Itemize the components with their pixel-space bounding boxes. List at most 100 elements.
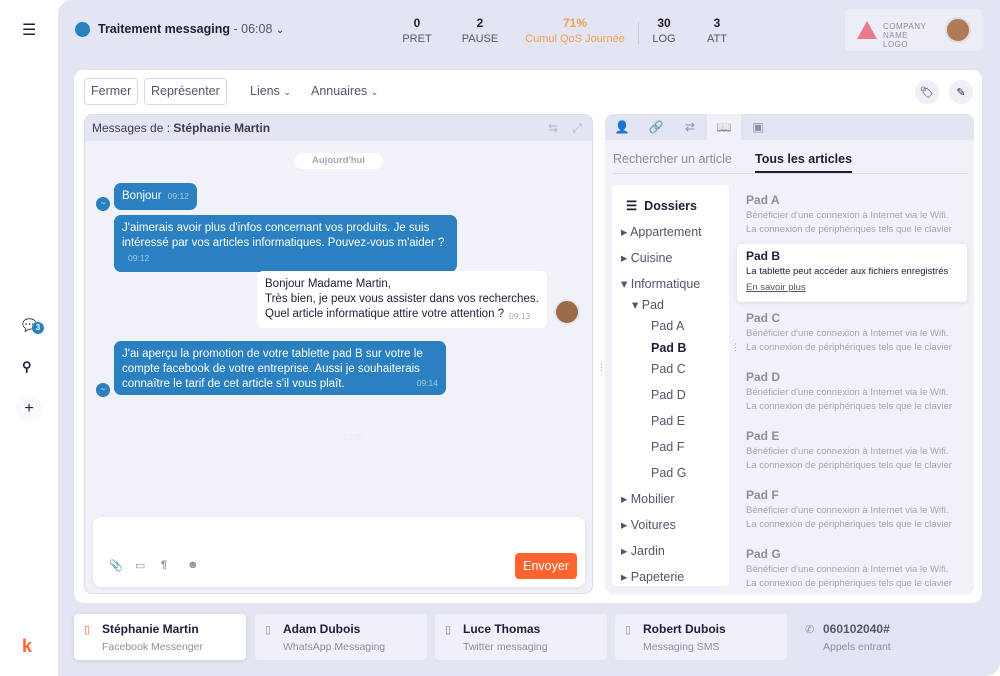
tab-search-article[interactable]: Rechercher un article — [613, 152, 732, 166]
contact-tab[interactable]: 👤 — [605, 114, 639, 140]
article-card[interactable]: Pad D Bénéficier d'une connexion à Intern… — [737, 365, 967, 423]
links-tab[interactable]: 🔗 — [639, 114, 673, 140]
message-incoming: J'ai aperçu la promotion de votre tablet… — [114, 341, 446, 395]
folder-papeterie[interactable]: ▸ Papeterie — [621, 569, 684, 584]
article-card[interactable]: Pad F Bénéficier d'une connexion à Intern… — [737, 483, 967, 541]
emoji-icon[interactable]: ☻ — [187, 559, 199, 571]
attachment-icon[interactable]: 📎 — [109, 559, 123, 572]
folder-pad-g[interactable]: Pad G — [651, 466, 686, 480]
brand-logo: k — [22, 636, 33, 656]
expand-icon[interactable]: ⤢ — [572, 121, 582, 136]
article-card-selected[interactable]: Pad B La tablette peut accéder aux fichie… — [737, 244, 967, 302]
folders-title: Dossiers — [644, 199, 697, 213]
folder-appartement[interactable]: ▸ Appartement — [621, 224, 702, 239]
company-logo-icon — [857, 21, 877, 39]
book-icon: 📖 — [716, 120, 732, 134]
chat-contact-name: Stéphanie Martin — [173, 121, 271, 135]
article-card[interactable]: Pad E Bénéficier d'une connexion à Intern… — [737, 424, 967, 482]
folder-tree: ☰ Dossiers ▸ Appartement ▸ Cuisine ▾ Inf… — [612, 185, 729, 586]
article-card[interactable]: Pad C Bénéficier d'une connexion à Intern… — [737, 306, 967, 364]
article-card[interactable]: Pad G Bénéficier d'une connexion à Intern… — [737, 542, 967, 594]
message-time: 09:13 — [509, 311, 531, 321]
date-separator: Aujourd'hui — [294, 153, 383, 169]
mobile-icon: ▯ — [625, 624, 632, 636]
edit-button[interactable]: ✎ — [949, 80, 973, 104]
status-indicator — [75, 22, 90, 37]
knowledge-tab[interactable]: 📖 — [707, 114, 741, 140]
status-timer: - 06:08 — [233, 22, 273, 36]
chevron-down-icon: ⌄ — [275, 25, 285, 36]
folder-pad[interactable]: ▾ Pad — [632, 297, 664, 312]
stat-att: 3 ATT — [707, 16, 727, 45]
links-dropdown[interactable]: Liens ⌄ — [250, 84, 291, 98]
message-composer[interactable]: 📎 ▭ ¶ ☻ Envoyer — [93, 517, 585, 587]
link-icon: 🔗 — [648, 120, 664, 134]
image-icon[interactable]: ▭ — [135, 559, 145, 572]
knowledge-panel: 👤 🔗 ⇄ 📖 ▣ Rechercher un article Tous les… — [605, 114, 974, 594]
mobile-icon: ▯ — [445, 624, 452, 636]
message-incoming: J'aimerais avoir plus d'infos concernant… — [114, 215, 457, 272]
session-tab[interactable]: ▯ Adam Dubois WhatsApp Messaging — [255, 614, 427, 660]
list-icon: ☰ — [626, 199, 638, 213]
chat-header-prefix: Messages de : — [92, 121, 171, 135]
folder-pad-a[interactable]: Pad A — [651, 319, 684, 333]
folder-pad-c[interactable]: Pad C — [651, 362, 686, 376]
swap-icon[interactable]: ⇆ — [548, 121, 558, 135]
message-outgoing: Bonjour Madame Martin, Très bien, je peu… — [257, 271, 547, 328]
represent-button[interactable]: Représenter — [144, 78, 227, 105]
folder-pad-b[interactable]: Pad B — [651, 341, 686, 355]
messenger-icon: ~ — [96, 383, 110, 397]
mobile-icon: ▯ — [265, 624, 272, 636]
folder-cuisine[interactable]: ▸ Cuisine — [621, 250, 672, 265]
user-icon: 👤 — [614, 120, 630, 134]
pencil-icon: ✎ — [956, 86, 966, 99]
phone-icon: ✆ — [805, 624, 815, 636]
status-selector[interactable]: Traitement messaging - 06:08 ⌄ — [98, 22, 284, 36]
company-box: COMPANY NAME LOGO — [845, 9, 982, 51]
directories-dropdown[interactable]: Annuaires ⌄ — [311, 84, 378, 98]
user-avatar[interactable] — [945, 17, 971, 43]
menu-icon[interactable]: ☰ — [22, 20, 36, 40]
session-tab[interactable]: ▯ Stéphanie Martin Facebook Messenger — [74, 614, 246, 660]
transfer-tab[interactable]: ⇄ — [673, 114, 707, 140]
stat-qos: 71% Cumul QoS Journée — [525, 16, 625, 45]
stat-log: 30 LOG — [652, 16, 676, 45]
folder-voitures[interactable]: ▸ Voitures — [621, 517, 676, 532]
session-tab[interactable]: ▯ Luce Thomas Twitter messaging — [435, 614, 607, 660]
chat-panel: Messages de : Stéphanie Martin ⇆ ⤢ Aujou… — [84, 114, 593, 594]
paragraph-icon[interactable]: ¶ — [161, 559, 167, 571]
session-tab[interactable]: ▯ Robert Dubois Messaging SMS — [615, 614, 787, 660]
close-button[interactable]: Fermer — [84, 78, 139, 105]
sidebar: ☰ 💬 3 ⚲ + k — [0, 0, 58, 676]
folder-pad-d[interactable]: Pad D — [651, 388, 686, 402]
send-button[interactable]: Envoyer — [515, 553, 577, 579]
stat-pret: 0 PRET — [402, 16, 432, 45]
panel-tabs: 👤 🔗 ⇄ 📖 ▣ — [605, 114, 974, 140]
tag-icon: 🏷 — [920, 86, 934, 99]
message-incoming: Bonjour 09:12 — [114, 183, 197, 210]
tab-all-articles[interactable]: Tous les articles — [755, 152, 853, 173]
add-icon[interactable]: + — [16, 396, 42, 422]
folder-pad-f[interactable]: Pad F — [651, 440, 684, 454]
article-card[interactable]: Pad A Bénéficier d'une connexion à Intern… — [737, 188, 967, 246]
folder-pad-e[interactable]: Pad E — [651, 414, 685, 428]
id-card-icon: ▣ — [752, 120, 764, 134]
session-tab[interactable]: ✆ 060102040# Appels entrant — [795, 614, 967, 660]
folder-jardin[interactable]: ▸ Jardin — [621, 543, 665, 558]
company-logo-text: COMPANY NAME LOGO — [883, 22, 927, 49]
chat-header: Messages de : Stéphanie Martin ⇆ ⤢ — [85, 115, 592, 141]
tag-button[interactable]: 🏷 — [915, 80, 939, 104]
messenger-icon: ~ — [96, 197, 110, 211]
status-title: Traitement messaging — [98, 22, 230, 36]
folder-mobilier[interactable]: ▸ Mobilier — [621, 491, 675, 506]
mobile-icon: ▯ — [84, 624, 91, 636]
folder-informatique[interactable]: ▾ Informatique — [621, 276, 700, 291]
contact-card-tab[interactable]: ▣ — [741, 114, 775, 140]
faint-timestamp: 13:05 — [343, 433, 364, 442]
read-more-link[interactable]: En savoir plus — [746, 281, 958, 295]
divider — [613, 173, 968, 174]
transfer-icon: ⇄ — [684, 120, 696, 134]
agent-avatar — [554, 299, 580, 325]
stat-pause: 2 PAUSE — [461, 16, 499, 45]
search-icon[interactable]: ⚲ — [22, 359, 32, 375]
